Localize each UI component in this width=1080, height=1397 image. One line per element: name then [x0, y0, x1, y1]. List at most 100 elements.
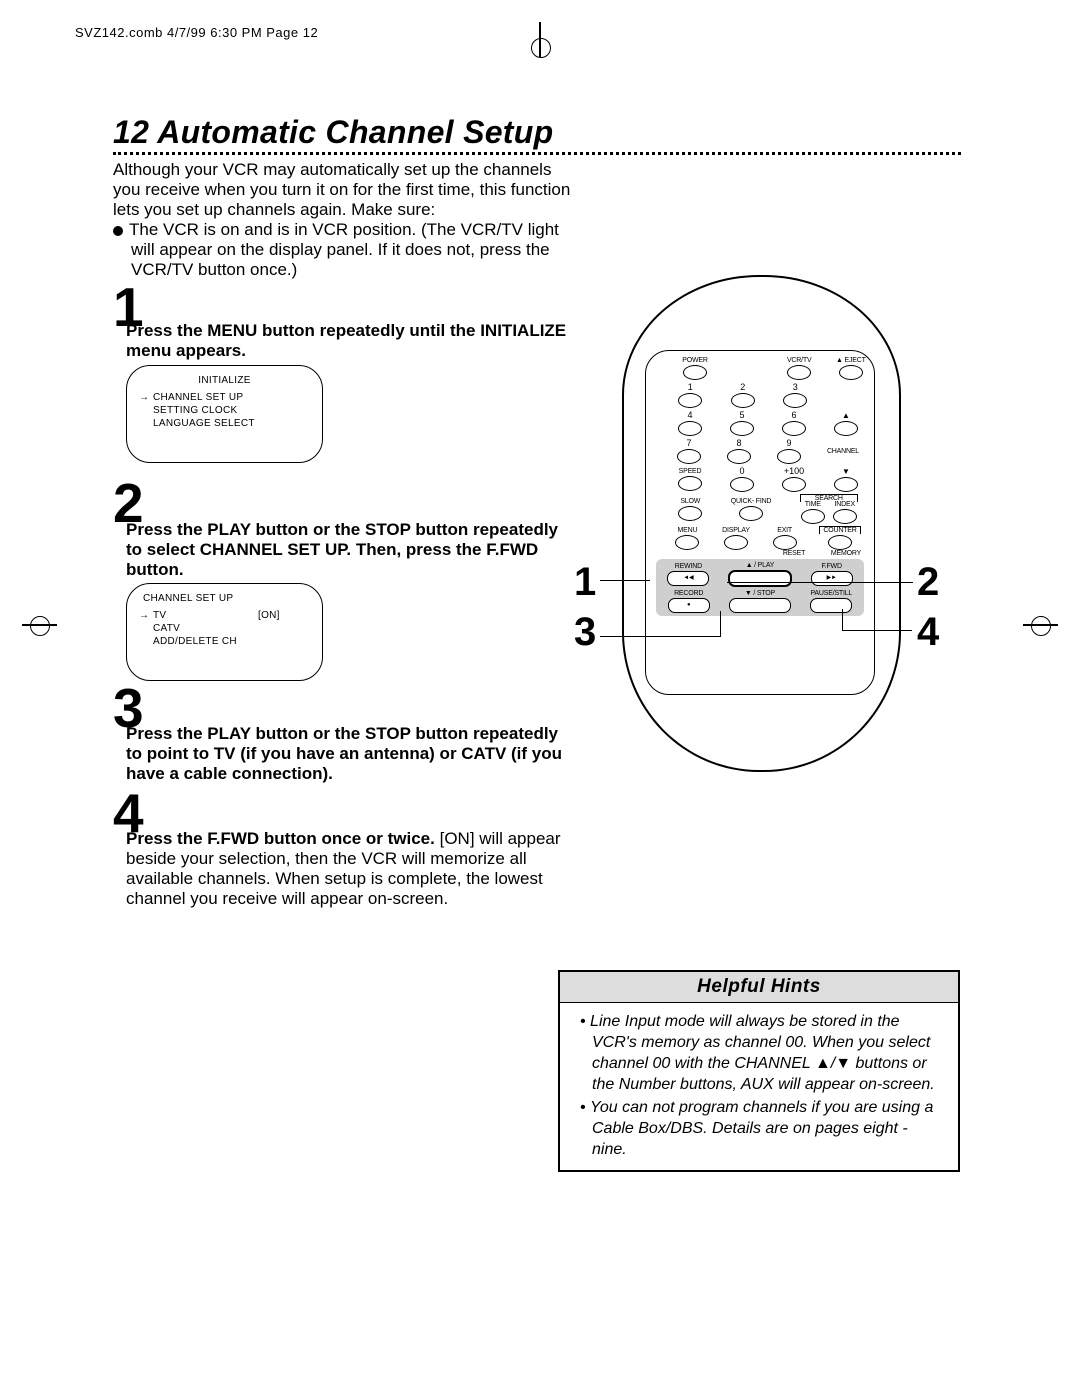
pause-button[interactable]: [810, 598, 852, 613]
channel-down-icon: [842, 466, 850, 476]
intro-text: Although your VCR may automatically set …: [113, 160, 583, 280]
osd-item: ADD/DELETE CH: [153, 635, 258, 648]
plus100-label: +100: [784, 466, 804, 476]
exit-button[interactable]: [773, 535, 797, 550]
print-header: SVZ142.comb 4/7/99 6:30 PM Page 12: [75, 25, 318, 40]
display-button[interactable]: [724, 535, 748, 550]
num-9-button[interactable]: [777, 449, 801, 464]
num-6-button[interactable]: [782, 421, 806, 436]
osd-item: CHANNEL SET UP: [153, 391, 258, 404]
num-1-button[interactable]: [678, 393, 702, 408]
crop-mark-left: [22, 624, 57, 626]
number-label: 1: [688, 382, 693, 392]
callout-line: [720, 611, 721, 637]
channel-label: CHANNEL: [827, 448, 859, 455]
ffwd-label: F.FWD: [821, 563, 841, 570]
osd-screen-channel-setup: CHANNEL SET UP →TV[ON] CATV ADD/DELETE C…: [126, 583, 323, 681]
search-index-button[interactable]: [833, 509, 857, 524]
callout-line: [727, 582, 913, 583]
index-label: INDEX: [835, 501, 855, 508]
quickfind-label: QUICK- FIND: [731, 498, 772, 505]
remote-button-label: VCR/TV: [787, 357, 811, 364]
page: SVZ142.comb 4/7/99 6:30 PM Page 12 12 Au…: [0, 0, 1080, 1397]
num-7-button[interactable]: [677, 449, 701, 464]
remote-button-label: POWER: [682, 357, 707, 364]
number-label: 8: [736, 438, 741, 448]
osd-item: SETTING CLOCK: [153, 404, 258, 417]
channel-down-button[interactable]: [834, 477, 858, 492]
osd-title: CHANNEL SET UP: [127, 592, 322, 605]
horizontal-rule: [113, 152, 961, 155]
callout-line: [600, 580, 650, 581]
helpful-hints-title: Helpful Hints: [560, 972, 958, 1003]
step-4-bold: Press the F.FWD button once or twice.: [126, 829, 435, 848]
number-label: 5: [739, 410, 744, 420]
hint-item: • You can not program channels if you ar…: [574, 1097, 944, 1160]
quick-find-button[interactable]: [739, 506, 763, 521]
record-button[interactable]: ●: [668, 598, 710, 613]
bullet-icon: [113, 226, 123, 236]
callout-2: 2: [917, 560, 939, 605]
num-3-button[interactable]: [783, 393, 807, 408]
osd-screen-initialize: INITIALIZE →CHANNEL SET UP SETTING CLOCK…: [126, 365, 323, 463]
number-label: 0: [739, 466, 744, 476]
slow-button[interactable]: [678, 506, 702, 521]
osd-item: CATV: [153, 622, 258, 635]
menu-label: MENU: [677, 527, 697, 534]
step-2-text: Press the PLAY button or the STOP button…: [126, 520, 576, 580]
speed-label: SPEED: [679, 468, 702, 475]
intro-paragraph-1: Although your VCR may automatically set …: [113, 160, 570, 219]
hint-item: • Line Input mode will always be stored …: [574, 1011, 944, 1095]
crop-mark-top: [539, 22, 541, 57]
num-4-button[interactable]: [678, 421, 702, 436]
step-1-text: Press the MENU button repeatedly until t…: [126, 321, 576, 361]
num-8-button[interactable]: [727, 449, 751, 464]
stop-label: ▼ / STOP: [745, 590, 775, 597]
ffwd-button[interactable]: ▶►: [811, 571, 853, 586]
helpful-hints-box: Helpful Hints • Line Input mode will alw…: [558, 970, 960, 1172]
memory-label: MEMORY: [820, 550, 872, 557]
pause-label: PAUSE/STILL: [810, 590, 852, 597]
power-button[interactable]: [683, 365, 707, 380]
remote-control-illustration: POWER VCR/TV ▲ EJECT 1 2 3 4 5 6: [582, 275, 942, 768]
speed-button[interactable]: [678, 476, 702, 491]
osd-title: INITIALIZE: [127, 374, 322, 387]
eject-button[interactable]: [839, 365, 863, 380]
number-label: 7: [686, 438, 691, 448]
channel-up-button[interactable]: [834, 421, 858, 436]
callout-line: [600, 636, 720, 637]
exit-label: EXIT: [777, 527, 792, 534]
number-label: 6: [791, 410, 796, 420]
transport-zone: REWIND◄◀ ▲ / PLAY F.FWD▶► RECORD● ▼ / ST…: [656, 559, 864, 616]
num-2-button[interactable]: [731, 393, 755, 408]
channel-up-icon: [842, 410, 850, 420]
play-button[interactable]: [728, 570, 792, 587]
num-0-button[interactable]: [730, 477, 754, 492]
rewind-button[interactable]: ◄◀: [667, 571, 709, 586]
num-5-button[interactable]: [730, 421, 754, 436]
callout-4: 4: [917, 610, 939, 655]
play-label: ▲ / PLAY: [746, 562, 775, 569]
osd-item: TV: [153, 609, 258, 622]
page-title: 12 Automatic Channel Setup: [113, 114, 553, 151]
vcr-tv-button[interactable]: [787, 365, 811, 380]
osd-value: [ON]: [258, 609, 280, 622]
reset-label: RESET: [768, 550, 820, 557]
record-label: RECORD: [674, 590, 703, 597]
number-label: 9: [786, 438, 791, 448]
crop-mark-right: [1023, 624, 1058, 626]
plus-100-button[interactable]: [782, 477, 806, 492]
stop-button[interactable]: [729, 598, 791, 613]
callout-3: 3: [574, 610, 596, 655]
rewind-label: REWIND: [675, 563, 702, 570]
osd-item: LANGUAGE SELECT: [153, 417, 258, 430]
callout-line: [842, 609, 843, 631]
slow-label: SLOW: [680, 498, 700, 505]
time-label: TIME: [805, 501, 821, 508]
number-label: 2: [740, 382, 745, 392]
counter-button[interactable]: [828, 535, 852, 550]
menu-button[interactable]: [675, 535, 699, 550]
search-time-button[interactable]: [801, 509, 825, 524]
step-3-text: Press the PLAY button or the STOP button…: [126, 724, 576, 784]
callout-line: [842, 630, 912, 631]
